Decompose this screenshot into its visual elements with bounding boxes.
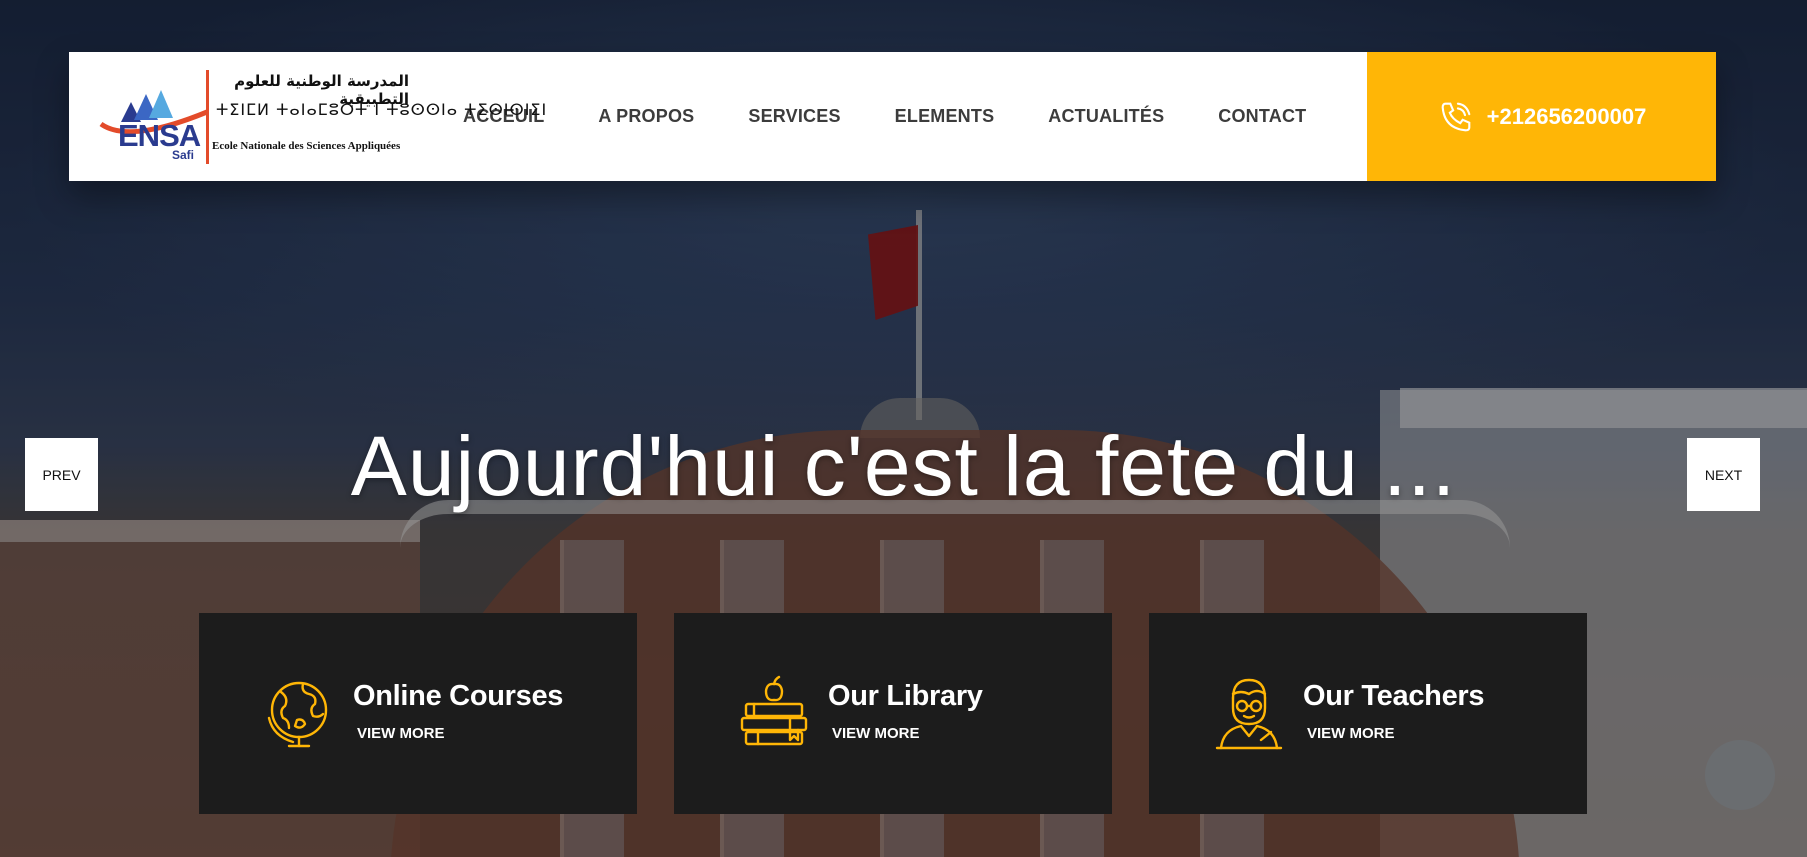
nav-item-services[interactable]: SERVICES — [748, 106, 840, 127]
phone-number: +212656200007 — [1486, 103, 1647, 129]
feature-our-library[interactable]: Our Library VIEW MORE — [674, 613, 1112, 814]
logo-french-text: Ecole Nationale des Sciences Appliquées — [212, 140, 401, 152]
main-nav: ACCEUIL A PROPOS SERVICES ELEMENTS ACTUA… — [463, 52, 1306, 181]
feature-online-courses[interactable]: Online Courses VIEW MORE — [199, 613, 637, 814]
slide-title: Aujourd'hui c'est la fete du ... — [350, 419, 1457, 513]
feature-our-teachers[interactable]: Our Teachers VIEW MORE — [1149, 613, 1587, 814]
logo-tifinagh-text: ⵜⵉⵏⵎⵍ ⵜⴰⵏⴰⵎⵓⵔⵜ ⵏ ⵜⵓⵙⵙⵏⴰ ⵜⵉⵙⵏⵙⵏⵉⵏ — [216, 100, 548, 119]
feature-title: Our Library — [828, 679, 983, 712]
teacher-icon — [1215, 678, 1283, 749]
site-header: ENSA Safi المدرسة الوطنية للعلوم التطبيق… — [69, 52, 1716, 181]
phone-icon — [1441, 102, 1471, 131]
nav-item-elements[interactable]: ELEMENTS — [895, 106, 995, 127]
site-logo[interactable]: ENSA Safi المدرسة الوطنية للعلوم التطبيق… — [69, 52, 548, 181]
logo-divider — [206, 70, 209, 164]
logo-safi-text: Safi — [172, 148, 195, 162]
nav-item-contact[interactable]: CONTACT — [1218, 106, 1306, 127]
view-more-link[interactable]: VIEW MORE — [357, 725, 563, 742]
view-more-link[interactable]: VIEW MORE — [1307, 725, 1484, 742]
phone-button[interactable]: +212656200007 — [1367, 52, 1716, 181]
feature-title: Our Teachers — [1303, 679, 1485, 712]
globe-icon — [267, 681, 328, 747]
view-more-link[interactable]: VIEW MORE — [832, 725, 983, 742]
nav-item-a-propos[interactable]: A PROPOS — [598, 106, 694, 127]
nav-item-actualites[interactable]: ACTUALITÉS — [1048, 106, 1164, 127]
books-apple-icon — [740, 675, 808, 745]
feature-title: Online Courses — [353, 679, 564, 712]
